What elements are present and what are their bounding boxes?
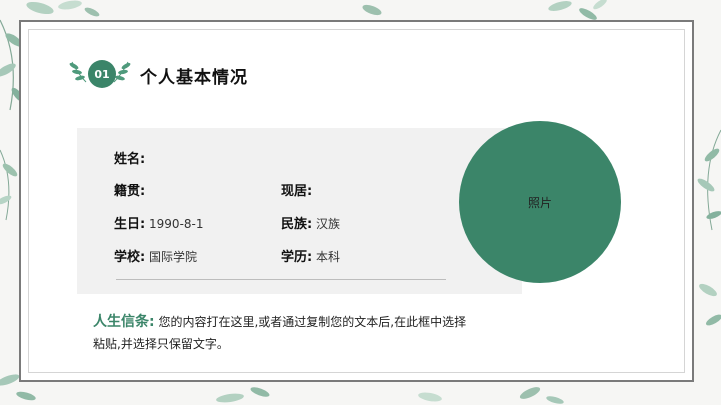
laurel-right-icon bbox=[113, 61, 131, 83]
photo-placeholder[interactable]: 照片 bbox=[459, 121, 621, 283]
field-name: 姓名: bbox=[114, 148, 145, 167]
field-ethnicity-value: 汉族 bbox=[316, 217, 341, 231]
section-number: 01 bbox=[88, 60, 116, 88]
field-birthday-label: 生日: bbox=[114, 217, 146, 232]
field-residence: 现居: bbox=[281, 180, 312, 199]
field-residence-label: 现居: bbox=[281, 184, 313, 199]
field-name-label: 姓名: bbox=[114, 152, 146, 167]
divider bbox=[116, 279, 446, 280]
slide: 01 个人基本情况 姓名: 籍贯: 现居: 生日: 1990-8-1 民族: 汉… bbox=[0, 0, 721, 405]
motto: 人生信条: 您的内容打在这里,或者通过复制您的文本后,在此框中选择粘贴,并选择只… bbox=[93, 311, 473, 355]
laurel-left-icon bbox=[69, 61, 87, 83]
field-birthday-value: 1990-8-1 bbox=[149, 217, 204, 231]
field-education-value: 本科 bbox=[316, 250, 341, 264]
motto-label: 人生信条: bbox=[93, 314, 155, 330]
field-education: 学历: 本科 bbox=[281, 246, 340, 265]
field-school: 学校: 国际学院 bbox=[114, 246, 197, 265]
field-native-place: 籍贯: bbox=[114, 180, 145, 199]
field-ethnicity-label: 民族: bbox=[281, 217, 313, 232]
section-badge: 01 bbox=[66, 56, 134, 92]
field-school-label: 学校: bbox=[114, 250, 146, 265]
field-native-place-label: 籍贯: bbox=[114, 184, 146, 199]
section-title: 个人基本情况 bbox=[140, 68, 248, 88]
field-birthday: 生日: 1990-8-1 bbox=[114, 213, 204, 232]
field-school-value: 国际学院 bbox=[149, 250, 198, 264]
field-education-label: 学历: bbox=[281, 250, 313, 265]
field-ethnicity: 民族: 汉族 bbox=[281, 213, 340, 232]
photo-label: 照片 bbox=[527, 195, 552, 210]
